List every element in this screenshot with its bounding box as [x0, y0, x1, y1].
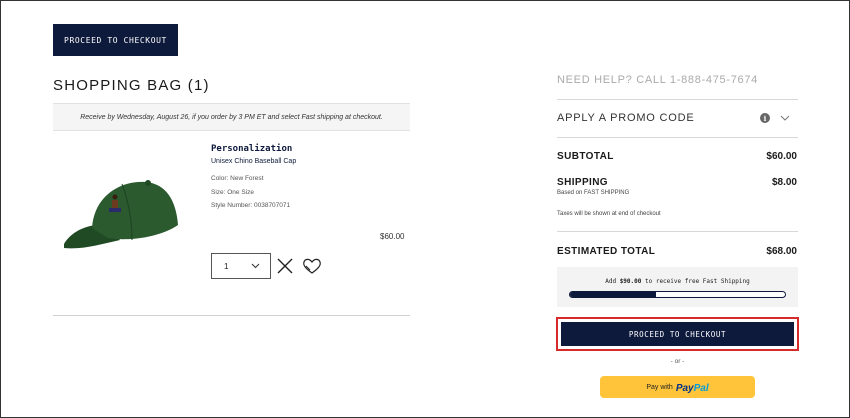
- free-shipping-bar: [569, 291, 786, 298]
- help-phone-text: NEED HELP? CALL 1-888-475-7674: [557, 74, 758, 86]
- proceed-to-checkout-button[interactable]: PROCEED TO CHECKOUT: [561, 322, 794, 346]
- delivery-notice: Receive by Wednesday, August 26, if you …: [53, 103, 410, 131]
- product-color: Color: New Forest: [211, 175, 264, 182]
- close-icon[interactable]: [276, 257, 294, 275]
- product-name[interactable]: Unisex Chino Baseball Cap: [211, 158, 296, 165]
- quantity-select[interactable]: 1: [211, 253, 271, 279]
- cap-crown: [92, 181, 178, 240]
- delivery-notice-text: Receive by Wednesday, August 26, if you …: [80, 113, 383, 121]
- quantity-value: 1: [224, 261, 229, 271]
- chevron-down-icon[interactable]: [780, 113, 790, 123]
- bag-divider: [53, 315, 410, 316]
- info-icon[interactable]: i: [760, 113, 770, 123]
- paypal-button[interactable]: Pay with PayPal: [600, 376, 755, 398]
- checkout-button-highlight: PROCEED TO CHECKOUT: [556, 317, 799, 351]
- paypal-with-text: Pay with: [646, 383, 673, 391]
- heart-icon[interactable]: [302, 256, 322, 276]
- cap-button: [145, 180, 151, 186]
- estimated-total-value: $68.00: [766, 246, 797, 257]
- or-separator: - or -: [670, 358, 685, 365]
- free-shipping-amount: $90.00: [619, 278, 642, 285]
- subtotal-value: $60.00: [766, 151, 797, 162]
- paypal-logo-pal: Pal: [693, 383, 709, 394]
- free-shipping-message: Add $90.00 to receive free Fast Shipping: [557, 278, 798, 285]
- free-shipping-prefix: Add: [605, 278, 617, 285]
- shipping-value: $8.00: [771, 177, 797, 188]
- shipping-label: SHIPPING: [557, 177, 608, 188]
- proceed-to-checkout-top-button[interactable]: PROCEED TO CHECKOUT: [53, 24, 178, 56]
- shopping-bag-title: SHOPPING BAG (1): [53, 77, 210, 94]
- chevron-down-icon: [251, 263, 260, 269]
- personalization-link[interactable]: Personalization: [211, 144, 292, 154]
- summary-divider: [557, 137, 798, 138]
- paypal-logo-pay: Pay: [675, 383, 694, 394]
- product-size: Size: One Size: [211, 189, 254, 196]
- summary-divider: [557, 99, 798, 100]
- free-shipping-bar-fill: [570, 292, 656, 297]
- product-price: $60.00: [380, 232, 405, 241]
- promo-code-toggle[interactable]: APPLY A PROMO CODE: [557, 112, 694, 124]
- product-style-number: Style Number: 0038707071: [211, 202, 291, 209]
- baseball-cap-image[interactable]: [62, 170, 180, 255]
- estimated-total-label: ESTIMATED TOTAL: [557, 246, 656, 257]
- shipping-method: Based on FAST SHIPPING: [557, 190, 630, 196]
- tax-note: Taxes will be shown at end of checkout: [557, 211, 661, 217]
- summary-divider: [557, 231, 798, 232]
- free-shipping-suffix: to receive free Fast Shipping: [645, 278, 750, 285]
- subtotal-label: SUBTOTAL: [557, 151, 614, 162]
- free-shipping-progress: Add $90.00 to receive free Fast Shipping: [557, 267, 798, 307]
- paypal-logo: PayPal: [676, 378, 709, 396]
